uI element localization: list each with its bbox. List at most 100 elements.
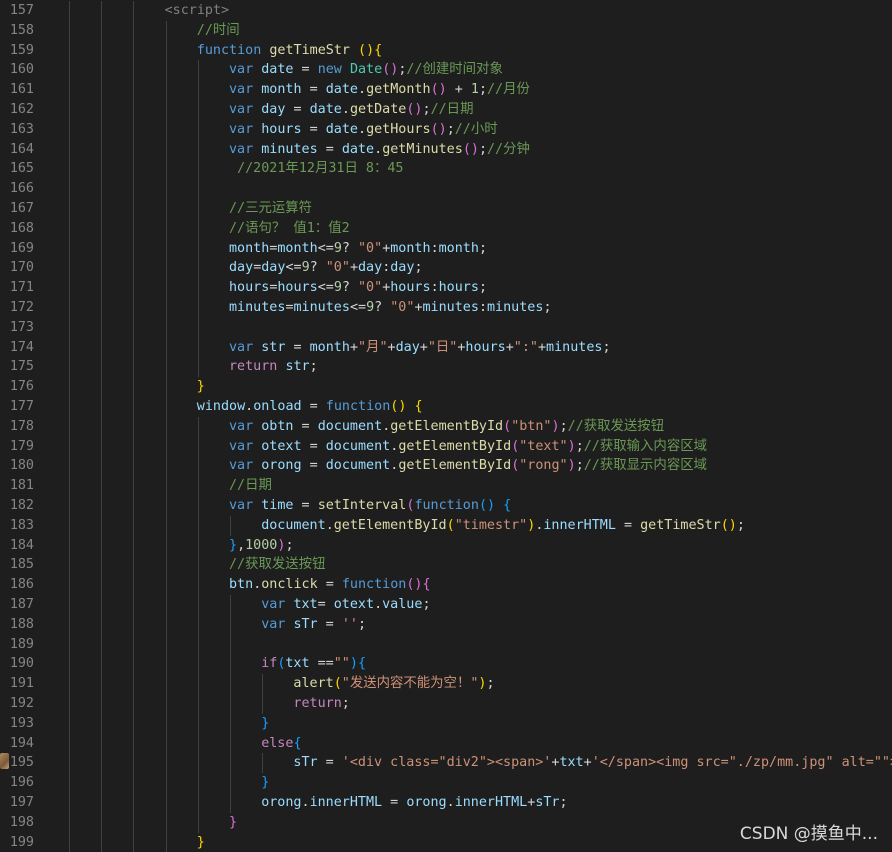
code-text[interactable]: alert("发送内容不能为空！"); [293,674,494,694]
code-line[interactable]: 163 var hours = date.getHours();//小时 [0,119,892,140]
code-line[interactable]: 161 var month = date.getMonth() + 1;//月份 [0,80,892,100]
code-line[interactable]: 173 [0,317,892,338]
code-line[interactable]: 158 //时间 [0,20,892,41]
code-line[interactable]: 174 var str = month+"月"+day+"日"+hours+":"… [0,337,892,358]
code-line[interactable]: 190 if(txt ==""){ [0,654,892,675]
code-text[interactable]: } [261,773,269,793]
code-text[interactable]: var txt= otext.value; [261,595,430,615]
code-line[interactable]: 170 day=day<=9? "0"+day:day; [0,258,892,279]
line-number: 185 [9,557,34,573]
code-text[interactable]: },1000); [229,536,294,556]
code-line[interactable]: 177 window.onload = function() { [0,397,892,417]
line-number: 173 [9,319,34,335]
code-line[interactable]: 184},1000); [0,535,892,556]
code-line[interactable]: 178 var obtn = document.getElementById("b… [0,416,892,437]
code-line[interactable]: 186 btn.onclick = function(){ [0,575,892,595]
code-text[interactable]: //日期 [229,476,272,496]
indent-guide [133,555,135,576]
code-line[interactable]: 181 //日期 [0,476,892,496]
code-line[interactable]: 191 alert("发送内容不能为空！"); [0,674,892,694]
code-line[interactable]: 162 var day = date.getDate();//日期 [0,100,892,120]
code-text[interactable]: else{ [261,734,301,754]
code-text[interactable]: var hours = date.getHours();//小时 [229,120,498,140]
code-text[interactable]: } [229,813,237,833]
code-text[interactable]: //三元运算符 [229,199,312,219]
indent-guide [133,179,135,199]
code-editor[interactable]: 157 <script> 158 //时间 159 function getTimeStr… [0,0,892,852]
code-text[interactable]: sTr = '<div class="div2"><span>'+txt+'</… [293,753,892,773]
code-text[interactable]: day=day<=9? "0"+day:day; [229,258,423,278]
code-text[interactable]: btn.onclick = function(){ [229,575,431,595]
code-line[interactable]: 195 sTr = '<div class="div2"><span>'+txt+… [0,753,892,774]
code-text[interactable]: var minutes = date.getMinutes();//分钟 [229,140,530,160]
code-line[interactable]: 172 minutes=minutes<=9? "0"+minutes:minut… [0,298,892,318]
code-line[interactable]: 189 [0,634,892,655]
code-line[interactable]: 193} [0,713,892,734]
indent-guide [69,515,70,536]
indent-guide [133,139,135,160]
code-line[interactable]: 197 orong.innerHTML = orong.innerHTML+sTr… [0,793,892,813]
code-line[interactable]: 160 var date = new Date();//创建时间对象 [0,60,892,81]
indent-guide [101,397,103,417]
indent-guide [197,476,199,496]
code-text[interactable]: var sTr = ''; [261,615,366,635]
code-line[interactable]: 167 //三元运算符 [0,199,892,219]
code-line[interactable]: 166 [0,179,892,199]
code-token: date [325,82,358,98]
code-line[interactable]: 182 var time = setInterval(function() { [0,496,892,516]
code-line[interactable]: 159 function getTimeStr (){ [0,40,892,61]
code-text[interactable]: } [197,833,205,852]
code-text[interactable]: var day = date.getDate();//日期 [229,100,473,120]
code-text[interactable]: return; [293,694,349,714]
indent-guide [165,199,167,219]
indent-guide [197,416,199,437]
code-line[interactable]: 183 document.getElementById("timestr").in… [0,515,892,536]
code-line[interactable]: 157 <script> [0,1,892,21]
code-line[interactable]: 187 var txt= otext.value; [0,595,892,615]
code-line[interactable]: 168 //语句？ 值1：值2 [0,218,892,239]
code-line[interactable]: 175 return str; [0,357,892,378]
code-text[interactable]: var str = month+"月"+day+"日"+hours+":"+mi… [229,338,611,358]
indent-guide [101,278,103,298]
code-text[interactable]: if(txt ==""){ [261,654,366,674]
code-token: btn [229,577,254,593]
line-number: 191 [9,676,34,692]
code-line[interactable]: 180 var orong = document.getElementById("… [0,456,892,477]
code-text[interactable]: month=month<=9? "0"+month:month; [229,239,487,259]
code-line[interactable]: 192 return; [0,694,892,714]
code-line[interactable]: 165 //2021年12月31日 8：45 [0,159,892,180]
code-text[interactable]: //时间 [197,21,240,41]
code-text[interactable]: //语句？ 值1：值2 [229,219,350,239]
code-text[interactable]: <script> [165,1,230,21]
code-text[interactable]: orong.innerHTML = orong.innerHTML+sTr; [261,793,567,813]
code-text[interactable]: var date = new Date();//创建时间对象 [229,60,503,80]
code-text[interactable]: window.onload = function() { [197,397,423,417]
code-line[interactable]: 164 var minutes = date.getMinutes();//分钟 [0,139,892,160]
code-line[interactable]: 196} [0,773,892,793]
code-text[interactable]: //2021年12月31日 8：45 [229,159,403,179]
code-text[interactable]: var time = setInterval(function() { [229,496,511,516]
code-token: //分钟 [487,141,530,157]
code-text[interactable]: } [261,714,269,734]
code-text[interactable]: var otext = document.getElementById("tex… [229,437,707,457]
code-text[interactable]: hours=hours<=9? "0"+hours:hours; [229,278,487,298]
code-text[interactable]: } [197,377,205,397]
code-token: getElementById [398,458,512,474]
code-line[interactable]: 169 month=month<=9? "0"+month:month; [0,238,892,259]
code-line[interactable]: 171 hours=hours<=9? "0"+hours:hours; [0,278,892,298]
code-text[interactable]: minutes=minutes<=9? "0"+minutes:minutes; [229,298,552,318]
code-text[interactable]: document.getElementById("timestr").inner… [261,516,745,536]
code-line[interactable]: 194 else{ [0,733,892,754]
code-token: = [301,458,326,474]
code-text[interactable]: function getTimeStr (){ [197,41,382,61]
code-line[interactable]: 185 //获取发送按钮 [0,555,892,576]
code-line[interactable]: 176} [0,377,892,397]
code-text[interactable]: //获取发送按钮 [229,555,325,575]
code-text[interactable]: var obtn = document.getElementById("btn"… [229,417,664,437]
code-line[interactable]: 179 var otext = document.getElementById("… [0,436,892,457]
code-token: () [382,62,399,78]
code-line[interactable]: 188 var sTr = ''; [0,614,892,635]
code-text[interactable]: var month = date.getMonth() + 1;//月份 [229,80,530,100]
code-text[interactable]: var orong = document.getElementById("ron… [229,456,707,476]
code-text[interactable]: return str; [229,357,318,377]
